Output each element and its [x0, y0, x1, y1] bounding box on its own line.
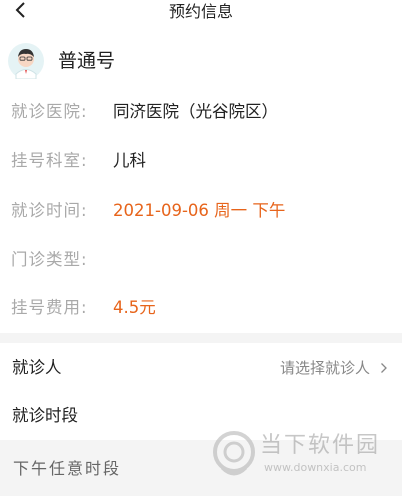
department-label: 挂号科室:	[11, 151, 88, 170]
fee-label: 挂号费用:	[11, 298, 88, 317]
patient-placeholder: 请选择就诊人	[279, 359, 370, 377]
fee-value: 4.5元	[113, 298, 156, 317]
header-bar: 预约信息	[0, 0, 402, 26]
registration-type-label: 普通号	[58, 50, 116, 72]
info-row-time: 就诊时间: 2021-09-06 周一 下午	[0, 196, 402, 226]
chevron-right-icon	[381, 363, 387, 373]
info-row-clinic-type: 门诊类型:	[0, 245, 402, 275]
time-slot-option[interactable]: 下午任意时段	[13, 456, 121, 482]
hospital-value: 同济医院（光谷院区）	[113, 102, 278, 121]
doctor-avatar-icon	[8, 43, 44, 80]
watermark: 当下软件园 www.downxia.com	[212, 430, 392, 490]
clinic-type-label: 门诊类型:	[11, 250, 88, 269]
hospital-label: 就诊医院:	[11, 102, 88, 121]
watermark-logo-icon	[213, 431, 255, 476]
department-value: 儿科	[113, 151, 146, 170]
visit-time-value: 2021-09-06 周一 下午	[113, 201, 286, 220]
info-row-hospital: 就诊医院: 同济医院（光谷院区）	[0, 97, 402, 127]
section-divider	[0, 333, 402, 343]
page-title: 预约信息	[168, 2, 233, 21]
info-row-fee: 挂号费用: 4.5元	[0, 293, 402, 323]
watermark-url: www.downxia.com	[264, 461, 367, 474]
patient-label: 就诊人	[12, 358, 62, 377]
watermark-name: 当下软件园	[260, 433, 381, 458]
info-row-department: 挂号科室: 儿科	[0, 146, 402, 176]
visit-time-label: 就诊时间:	[11, 201, 88, 220]
time-slot-label: 就诊时段	[12, 406, 78, 425]
select-patient-button[interactable]: 请选择就诊人	[280, 355, 388, 381]
registration-type-row: 普通号	[0, 40, 402, 84]
